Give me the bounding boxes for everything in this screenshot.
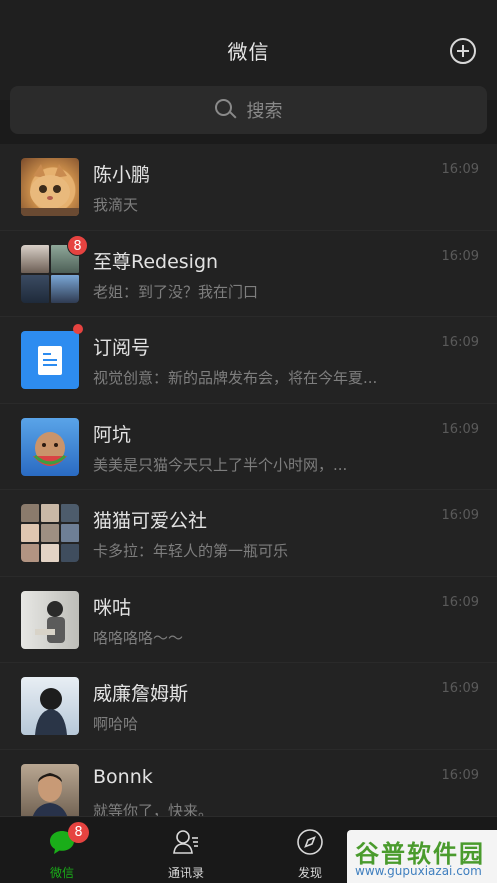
chat-row[interactable]: 阿坑 美美是只猫今天只上了半个小时网，... 16:09: [0, 403, 497, 490]
chat-time: 16:09: [441, 248, 479, 264]
chat-time: 16:09: [441, 162, 479, 177]
chat-row[interactable]: 8 至尊Redesign 老姐：到了没？我在门口 16:09: [0, 230, 497, 317]
cat-avatar: [21, 158, 79, 216]
watermark-logo: 谷普软件园 www.gupuxiazai.com: [347, 830, 497, 883]
chat-preview: 卡多拉：年轻人的第一瓶可乐: [93, 542, 289, 560]
chat-name: 猫猫可爱公社: [93, 510, 208, 532]
girl-back-avatar: [21, 677, 79, 735]
search-icon: [214, 99, 237, 121]
chat-row[interactable]: 威廉詹姆斯 啊哈哈 16:09: [0, 663, 497, 750]
contacts-icon: [172, 828, 200, 856]
chat-row[interactable]: 猫猫可爱公社 卡多拉：年轻人的第一瓶可乐 16:09: [0, 490, 497, 577]
watermark-url: www.gupuxiazai.com: [355, 864, 482, 878]
chat-preview: 美美是只猫今天只上了半个小时网，...: [93, 455, 348, 474]
chat-preview: 老姐：到了没？我在门口: [93, 282, 259, 301]
chat-name: 订阅号: [93, 337, 151, 359]
search-placeholder: 搜索: [246, 101, 283, 122]
tab-chats[interactable]: 8 微信: [0, 817, 124, 883]
chat-preview: 我滴天: [93, 196, 139, 214]
compass-icon: [296, 828, 324, 856]
chat-time: 16:09: [441, 594, 479, 610]
chat-row[interactable]: 陈小鹏 我滴天 16:09: [0, 144, 497, 231]
tab-label: 微信: [49, 866, 74, 880]
top-navigation-bar: 微信: [0, 0, 497, 100]
tab-label: 通讯录: [167, 866, 204, 880]
chat-list: 陈小鹏 我滴天 16:09 8 至尊Redesign 老姐：到了没？我在门口 1…: [0, 144, 497, 816]
chat-preview: 啊哈哈: [93, 715, 139, 733]
chat-name: Bonnk: [93, 765, 153, 788]
kid-avatar: [21, 417, 79, 476]
chat-time: 16:09: [441, 767, 479, 783]
tab-contacts[interactable]: 通讯录: [124, 817, 248, 883]
chat-name: 威廉詹姆斯: [93, 683, 189, 705]
man-smiling-avatar: [21, 763, 79, 816]
chat-name: 陈小鹏: [93, 164, 151, 186]
page-title: 微信: [227, 40, 270, 64]
tab-unread-badge: 8: [68, 822, 89, 843]
chat-time: 16:09: [441, 508, 479, 523]
chat-row[interactable]: 咪咕 咯咯咯咯～～ 16:09: [0, 576, 497, 663]
chat-preview: 视觉创意：新的品牌发布会，将在今年夏...: [93, 369, 378, 387]
chat-time: 16:09: [441, 335, 479, 350]
chat-time: 16:09: [441, 421, 479, 437]
chat-preview: 就等你了，快来。: [93, 801, 214, 817]
man-reading-avatar: [21, 590, 79, 649]
chat-time: 16:09: [441, 681, 479, 696]
group-avatar: [21, 504, 79, 562]
chat-name: 阿坑: [93, 423, 132, 446]
plus-circle-icon[interactable]: [450, 38, 476, 64]
unread-badge: 8: [67, 234, 88, 256]
chat-row[interactable]: Bonnk 就等你了，快来。 16:09: [0, 749, 497, 817]
chat-row[interactable]: 订阅号 视觉创意：新的品牌发布会，将在今年夏... 16:09: [0, 317, 497, 404]
unread-dot: [73, 324, 83, 334]
chat-name: 至尊Redesign: [93, 250, 219, 273]
search-bar[interactable]: 搜索: [10, 86, 487, 134]
chat-preview: 咯咯咯咯～～: [93, 628, 184, 647]
chat-name: 咪咕: [93, 596, 132, 619]
subscription-icon: [21, 331, 79, 389]
